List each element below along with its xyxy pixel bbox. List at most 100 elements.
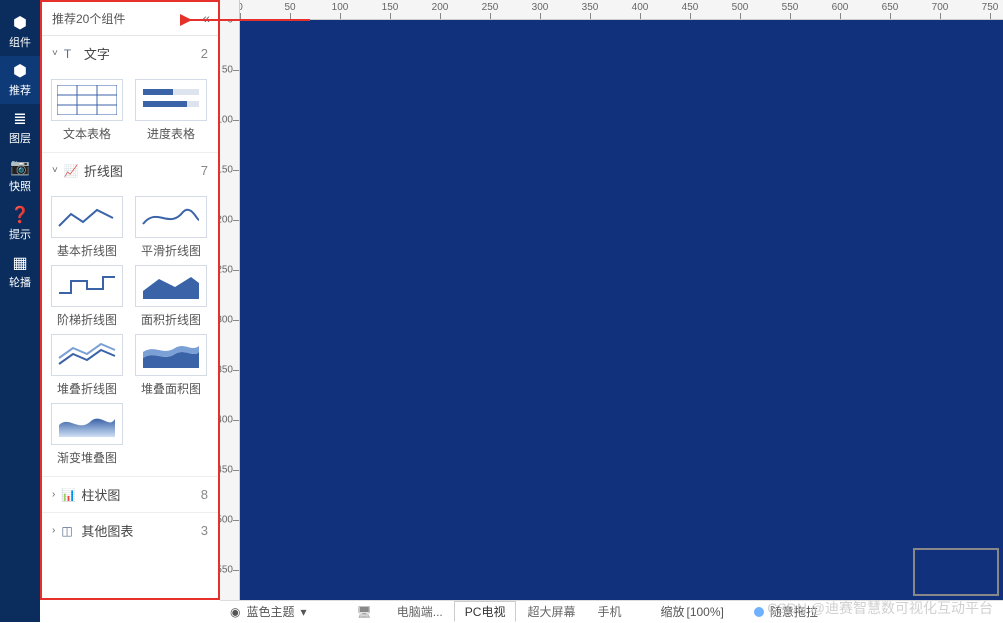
group-header-柱状图[interactable]: › 📊 柱状图8 [42,476,218,512]
ruler-h-tick: 200 [432,2,449,13]
ruler-h-tick: 0 [240,2,243,13]
rail-item-提示[interactable]: ❓ 提示 [0,200,40,248]
minimap[interactable] [913,548,999,596]
theme-label: 蓝色主题 [246,603,294,620]
component-thumb [135,334,207,376]
bar-chart-icon: 📊 [61,488,75,502]
camera-icon: 📷 [10,160,30,176]
chevron-right-icon: › [52,525,55,536]
monitor-icon: 🖥 [357,605,372,619]
component-groups: ˅T文字2文本表格进度表格˅📈折线图7基本折线图平滑折线图阶梯折线图面积折线图堆… [42,36,218,598]
canvas-area: 0501001502002503003504004505005506006507… [220,0,1003,600]
ruler-v-tick: 100 [220,115,233,126]
component-area-line[interactable]: 面积折线图 [132,265,210,328]
theme-selector[interactable]: ◉ 蓝色主题 ▾ [220,601,317,623]
ruler-v-tick: 400 [220,415,233,426]
ruler-h-tick: 150 [382,2,399,13]
group-count: 3 [201,523,208,538]
rail-item-组件[interactable]: ⬢ 组件 [0,8,40,56]
ruler-v-tick: 550 [220,565,233,576]
group-header-文字[interactable]: ˅T文字2 [42,36,218,71]
ruler-v-tick: 200 [220,215,233,226]
component-thumb [51,265,123,307]
component-stack-area[interactable]: 堆叠面积图 [132,334,210,397]
design-canvas[interactable] [240,20,1003,600]
component-thumb [51,79,123,121]
rail-label: 图层 [9,130,31,146]
ruler-h-tick: 700 [932,2,949,13]
component-progress-table[interactable]: 进度表格 [132,79,210,142]
collapse-icon[interactable]: « [202,10,210,26]
device-tab-电脑端...[interactable]: 电脑端... [386,601,454,622]
group-body-文字: 文本表格 进度表格 [42,71,218,152]
rail-label: 快照 [9,178,31,194]
component-label: 渐变堆叠图 [57,449,117,466]
cube-icon: ⬢ [13,16,27,32]
free-drag-label: 随意拖拉 [770,603,818,620]
ruler-h-tick: 550 [782,2,799,13]
ruler-h-tick: 750 [982,2,999,13]
ruler-h-tick: 50 [284,2,295,13]
component-label: 文本表格 [63,125,111,142]
rail-item-快照[interactable]: 📷 快照 [0,152,40,200]
component-basic-line[interactable]: 基本折线图 [48,196,126,259]
component-thumb [135,196,207,238]
rail-label: 组件 [9,34,31,50]
panel-title: 推荐20个组件 [52,10,125,27]
group-count: 7 [201,163,208,178]
ruler-vertical: 050100150200250300350400450500550 [220,20,240,600]
chevron-down-icon: ▾ [301,605,307,619]
component-label: 进度表格 [147,125,195,142]
chevron-right-icon: › [52,489,55,500]
zoom-value: [100%] [687,605,724,619]
rail-label: 推荐 [9,82,31,98]
component-label: 阶梯折线图 [57,311,117,328]
group-name: 柱状图 [81,485,200,504]
group-name: 折线图 [84,161,201,180]
component-label: 面积折线图 [141,311,201,328]
device-tab-超大屏幕[interactable]: 超大屏幕 [516,601,586,622]
ruler-v-tick: 250 [220,265,233,276]
component-thumb [51,403,123,445]
free-drag-toggle[interactable]: 随意拖拉 [744,601,828,623]
group-header-其他图表[interactable]: ›◫其他图表3 [42,512,218,548]
rail-label: 提示 [9,226,31,242]
layers-icon: ≣ [13,112,26,128]
component-stack-line[interactable]: 堆叠折线图 [48,334,126,397]
group-count: 2 [201,46,208,61]
ruler-v-tick: 500 [220,515,233,526]
ruler-h-tick: 450 [682,2,699,13]
ruler-h-tick: 600 [832,2,849,13]
rail-item-推荐[interactable]: ⬢推荐 [0,56,40,104]
device-tabs: 🖥 电脑端...PC电视超大屏幕手机 [357,601,633,622]
component-thumb [51,334,123,376]
component-step-line[interactable]: 阶梯折线图 [48,265,126,328]
component-thumb [135,265,207,307]
chevron-down-icon: ˅ [52,165,58,176]
component-gradient-stack[interactable]: 渐变堆叠图 [48,403,126,466]
group-header-折线图[interactable]: ˅ 📈 折线图7 [42,152,218,188]
component-thumb [135,79,207,121]
group-count: 8 [201,487,208,502]
component-text-table[interactable]: 文本表格 [48,79,126,142]
ruler-v-tick: 350 [220,365,233,376]
zoom-control[interactable]: 缩放 [100%] [652,603,731,620]
device-tab-手机[interactable]: 手机 [586,601,632,622]
text-box-icon: T [64,47,78,61]
rail-item-图层[interactable]: ≣ 图层 [0,104,40,152]
ruler-h-tick: 250 [482,2,499,13]
ruler-h-tick: 350 [582,2,599,13]
component-label: 基本折线图 [57,242,117,259]
device-tab-PC电视[interactable]: PC电视 [454,601,517,622]
chevron-down-icon: ˅ [52,48,58,59]
bulb-icon: ❓ [10,208,30,224]
rail-label: 轮播 [9,274,31,290]
line-chart-icon: 📈 [64,164,78,178]
ruler-horizontal: 0501001502002503003504004505005506006507… [240,0,1003,20]
component-smooth-line[interactable]: 平滑折线图 [132,196,210,259]
annotation-anchor [190,16,196,22]
ruler-v-tick: 50 [222,65,233,76]
status-bar: ◉ 蓝色主题 ▾ 🖥 电脑端...PC电视超大屏幕手机 缩放 [100%] 随意… [220,600,1003,622]
rail-item-轮播[interactable]: ▦轮播 [0,248,40,296]
ruler-v-tick: 150 [220,165,233,176]
